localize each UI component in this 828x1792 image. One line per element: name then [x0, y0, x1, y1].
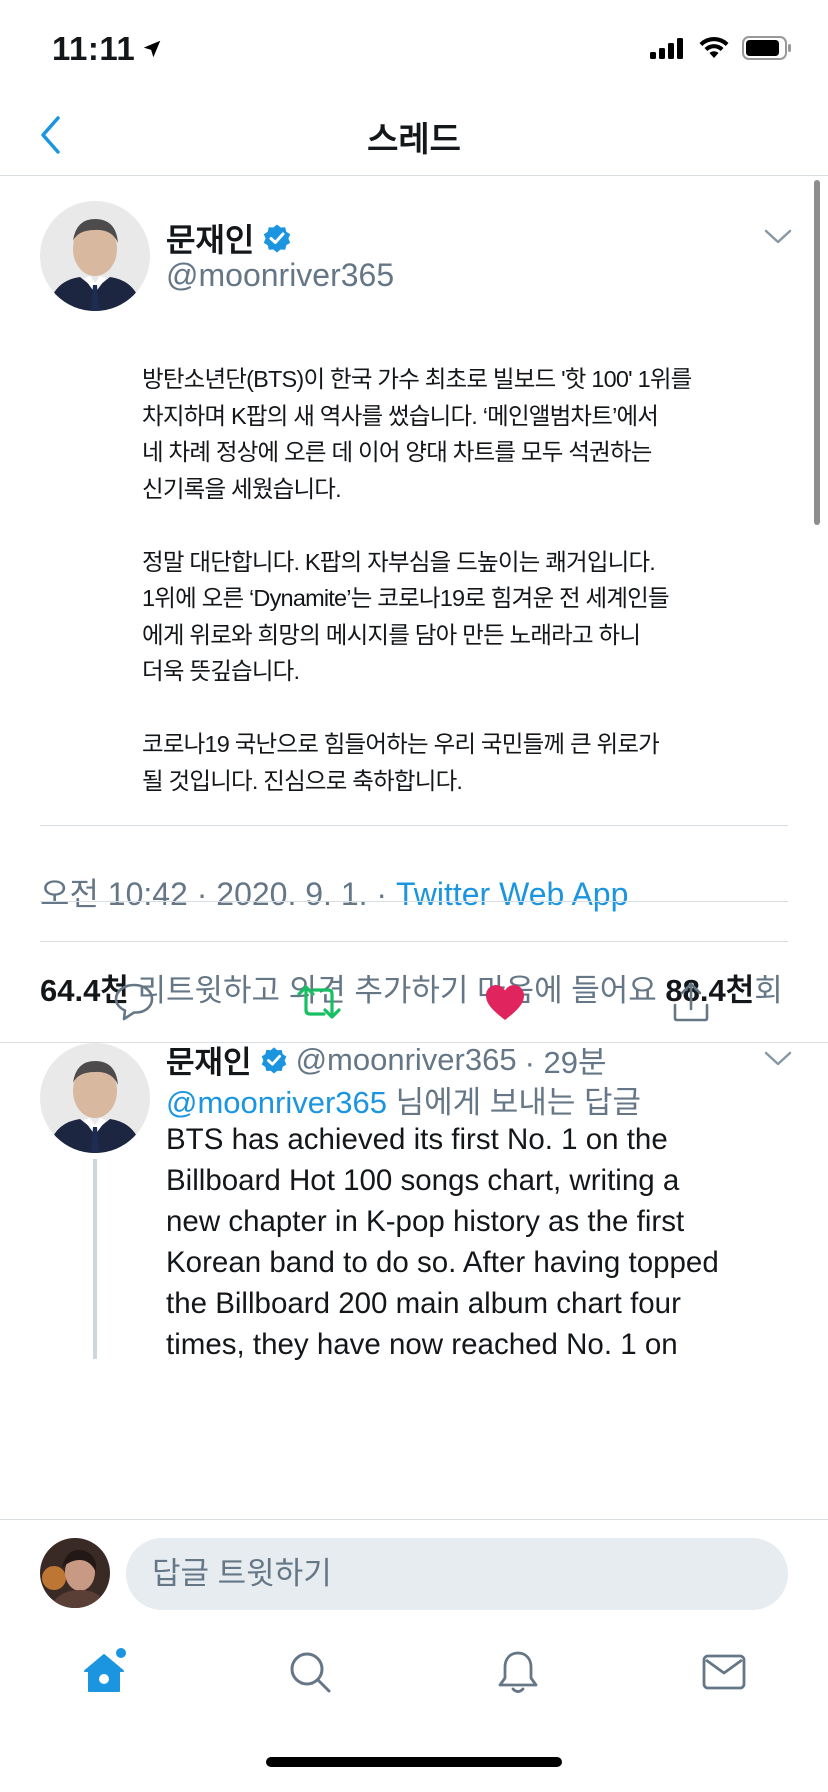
- reply-header: 문재인 @moonriver365 · 29분: [166, 1037, 607, 1082]
- reply-button[interactable]: [109, 977, 159, 1027]
- home-icon: [84, 1648, 126, 1692]
- bottom-tab-bar: [0, 1620, 828, 1730]
- reply-author-handle[interactable]: @moonriver365: [296, 1042, 517, 1078]
- reply-icon: [114, 983, 154, 1021]
- author-name-text: 문재인: [166, 222, 255, 258]
- reply-author-avatar[interactable]: [40, 1043, 150, 1153]
- share-button[interactable]: [666, 977, 716, 1027]
- timestamp-text: 오전 10:42 · 2020. 9. 1. ·: [40, 876, 396, 912]
- tweet-actions: [0, 957, 828, 1047]
- chevron-down-icon: [764, 229, 792, 244]
- tweet-line: 더욱 뜻깊습니다.: [142, 658, 300, 684]
- reply-line: Korean band to do so. After having toppe…: [166, 1246, 719, 1279]
- status-time-text: 11:11: [52, 30, 136, 67]
- avatar-portrait-image: [40, 201, 150, 311]
- tweet-paragraph: 방탄소년단(BTS)이 한국 가수 최초로 빌보드 '핫 100' 1위를 차지…: [142, 361, 702, 507]
- share-icon: [673, 982, 709, 1022]
- user-avatar-image: [40, 1538, 110, 1608]
- author-avatar[interactable]: [40, 201, 150, 311]
- tweet-paragraph: 정말 대단합니다. K팝의 자부심을 드높이는 쾌거입니다. 1위에 오른 ‘D…: [142, 544, 702, 690]
- tweet-line: 방탄소년단(BTS)이 한국 가수 최초로 빌보드 '핫 100' 1위를: [142, 366, 692, 392]
- tab-messages[interactable]: [694, 1642, 754, 1702]
- wifi-icon: [699, 36, 729, 58]
- like-icon: [486, 985, 524, 1020]
- location-arrow-icon: [144, 40, 161, 58]
- status-time: 11:11: [52, 30, 163, 68]
- like-button[interactable]: [480, 977, 530, 1027]
- verified-badge-icon: [261, 1046, 286, 1074]
- reply-compose-input[interactable]: [126, 1538, 788, 1610]
- reply-compose-bar: [0, 1519, 828, 1619]
- reply-to-mention-link[interactable]: @moonriver365: [166, 1085, 387, 1120]
- tweet-line: 코로나19 국난으로 힘들어하는 우리 국민들께 큰 위로가: [142, 731, 660, 757]
- tab-home[interactable]: [74, 1642, 134, 1702]
- tab-search[interactable]: [280, 1642, 340, 1702]
- divider: [40, 901, 788, 902]
- retweet-button[interactable]: [294, 977, 344, 1027]
- status-bar: 11:11: [0, 0, 828, 100]
- verified-badge-icon: [264, 224, 291, 253]
- nav-bar: 스레드: [0, 100, 828, 176]
- notifications-icon: [498, 1651, 538, 1693]
- tweet-paragraph: 코로나19 국난으로 힘들어하는 우리 국민들께 큰 위로가 될 것입니다. 진…: [142, 726, 702, 799]
- thread-scroll-area[interactable]: 문재인 @moonriver365 방탄소년단(BTS)이 한국 가수 최초로 …: [0, 177, 828, 1519]
- reply-tweet-body: BTS has achieved its first No. 1 on the …: [166, 1119, 796, 1365]
- battery-icon: [742, 36, 791, 60]
- replying-to-line: @moonriver365 님에게 보내는 답글: [166, 1077, 641, 1122]
- tweet-line: 신기록을 세웠습니다.: [142, 475, 342, 502]
- tweet-source-link[interactable]: Twitter Web App: [396, 876, 628, 912]
- author-handle[interactable]: @moonriver365: [166, 257, 394, 294]
- reply-to-suffix: 님에게 보내는 답글: [387, 1085, 642, 1120]
- reply-author-name[interactable]: 문재인: [166, 1037, 252, 1082]
- tab-notifications[interactable]: [488, 1642, 548, 1702]
- divider: [40, 941, 788, 942]
- tweet-line: 될 것입니다. 진심으로 축하합니다.: [142, 767, 463, 794]
- reply-line: the Billboard 200 main album chart four: [166, 1287, 681, 1320]
- home-indicator: [266, 1757, 562, 1767]
- user-avatar[interactable]: [40, 1538, 110, 1608]
- reply-line: Billboard Hot 100 songs chart, writing a: [166, 1164, 680, 1197]
- thread-connector-line: [93, 1159, 97, 1359]
- tweet-body: 방탄소년단(BTS)이 한국 가수 최초로 빌보드 '핫 100' 1위를 차지…: [142, 361, 702, 836]
- tweet-menu-button[interactable]: [760, 221, 796, 251]
- reply-line: times, they have now reached No. 1 on: [166, 1328, 678, 1361]
- reply-time-ago: · 29분: [524, 1045, 607, 1080]
- reply-line: BTS has achieved its first No. 1 on the: [166, 1123, 668, 1156]
- author-name[interactable]: 문재인: [166, 215, 292, 261]
- tweet-line: 1위에 오른 ‘Dynamite’는 코로나19로 힘겨운 전 세계인들: [142, 585, 670, 611]
- tweet-line: 에게 위로와 희망의 메시지를 담아 만든 노래라고 하니: [142, 621, 641, 648]
- reply-menu-button[interactable]: [760, 1043, 796, 1073]
- tweet-timestamp: 오전 10:42 · 2020. 9. 1. · Twitter Web App: [40, 869, 628, 915]
- chevron-down-icon: [764, 1051, 792, 1066]
- tweet-line: 차지하며 K팝의 새 역사를 썼습니다. ‘메인앨범차트’에서: [142, 402, 659, 429]
- tweet-line: 네 차례 정상에 오른 데 이어 양대 차트를 모두 석권하는: [142, 439, 652, 465]
- messages-icon: [702, 1654, 746, 1690]
- cellular-signal-icon: [650, 38, 683, 59]
- divider: [40, 825, 788, 826]
- search-icon: [290, 1652, 331, 1693]
- scrollbar[interactable]: [814, 180, 820, 525]
- avatar-portrait-image: [40, 1043, 150, 1153]
- page-title: 스레드: [367, 121, 461, 159]
- reply-line: new chapter in K-pop history as the firs…: [166, 1205, 685, 1238]
- retweet-icon: [297, 985, 341, 1019]
- tweet-line: 정말 대단합니다. K팝의 자부심을 드높이는 쾌거입니다.: [142, 548, 656, 575]
- status-indicators: [650, 36, 792, 60]
